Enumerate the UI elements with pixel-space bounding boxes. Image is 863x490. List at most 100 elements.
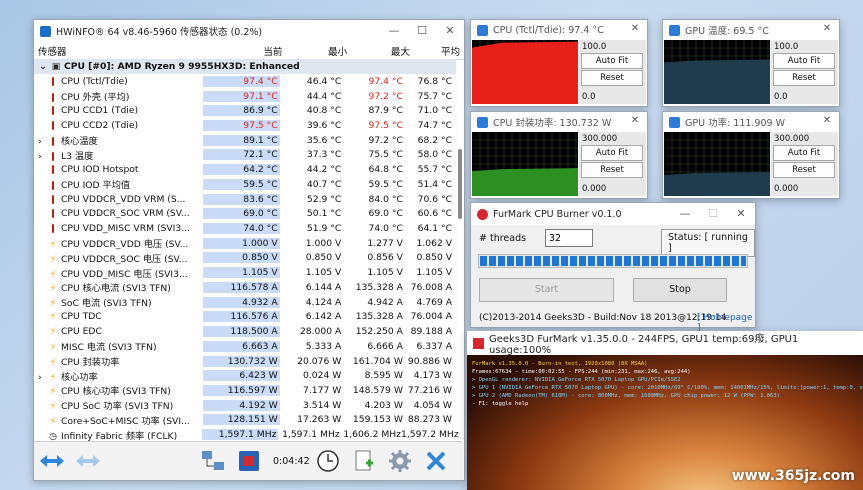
sensor-row[interactable]: ⚡ CPU VDDCR_SOC 电压 (SV... 0.850 V 0.850 V 0.… — [34, 251, 456, 266]
furmark-app-icon — [477, 208, 488, 220]
sensor-row[interactable]: ⚡ CPU VDD_MISC 电压 (SVI3... 1.105 V 1.105 V 1… — [34, 265, 456, 280]
furmark-gpu-icon — [473, 337, 484, 349]
furmark-gpu-titlebar[interactable]: Geeks3D FurMark v1.35.0.0 - 244FPS, GPU1… — [467, 331, 863, 356]
scrollbar-thumb[interactable] — [458, 149, 462, 219]
nav-arrows-left-icon[interactable] — [37, 447, 67, 475]
sensor-row[interactable]: ⚡ CPU VDDCR_VDD 电压 (SV... 1.000 V 1.000 V 1.… — [34, 236, 456, 251]
close-x-icon[interactable] — [421, 447, 451, 475]
sensor-label: CPU VDDCR_SOC VRM (SV... — [61, 208, 190, 220]
sensor-avg-value: 75.7 °C — [417, 90, 452, 102]
sensor-cur-value: 118.500 A — [202, 326, 280, 338]
clock-icon[interactable] — [313, 447, 343, 475]
cpu-monitor-icon[interactable] — [234, 447, 264, 475]
sensor-cur-value: 1.000 V — [202, 237, 280, 249]
minimize-icon[interactable]: — — [380, 20, 408, 42]
sensor-row[interactable]: ⚡ CPU SoC 功率 (SVI3 TFN) 4.192 W 3.514 W 4.20… — [34, 398, 456, 413]
expand-chevron-icon[interactable]: › — [38, 372, 48, 383]
thermometer-icon — [48, 194, 58, 205]
col-min[interactable]: 最小 — [284, 44, 347, 58]
sensor-row[interactable]: CPU CCD2 (Tdie) 97.5 °C 39.6 °C 97.5 °C 74.7… — [34, 118, 456, 133]
graph-title: CPU (Tctl/Tdie): 97.4 °C — [493, 24, 604, 36]
sensor-row[interactable]: ⚡ CPU 封装功率 130.732 W 20.076 W 161.704 W 90.88… — [34, 354, 456, 369]
close-icon[interactable]: ✕ — [815, 19, 839, 41]
sensor-cur-value: 4.932 A — [202, 296, 280, 308]
sensor-min-value: 0.024 W — [302, 370, 342, 382]
sensor-row[interactable]: › ⚡ 核心功率 6.423 W 0.024 W 8.595 W 4.173 W — [34, 368, 456, 383]
sensor-group-row[interactable]: ⌄ ▣ CPU [#0]: AMD Ryzen 9 9955HX3D: Enhanc… — [34, 59, 456, 74]
reset-button[interactable]: Reset — [773, 162, 835, 178]
graph-titlebar[interactable]: CPU (Tctl/Tdie): 97.4 °C ✕ — [471, 20, 647, 40]
hwinfo-titlebar[interactable]: HWiNFO® 64 v8.46-5960 传感器状态 (0.2%) — ☐ ✕ — [34, 20, 464, 42]
expand-chevron-icon[interactable]: › — [38, 151, 48, 162]
graph-titlebar[interactable]: CPU 封装功率: 130.732 W ✕ — [471, 112, 647, 132]
sensor-row[interactable]: ◷ Infinity Fabric 频率 (FCLK) 1,597.1 MHz 1,5… — [34, 427, 459, 442]
sensor-row[interactable]: ⚡ CPU 核心功率 (SVI3 TFN) 116.597 W 7.177 W 148.… — [34, 383, 456, 398]
sensor-max-value: 159.153 W — [352, 414, 403, 426]
minimize-icon[interactable]: — — [671, 203, 699, 225]
sensor-row[interactable]: ⚡ CPU EDC 118.500 A 28.000 A 152.250 A 89.188… — [34, 324, 456, 339]
sensor-row[interactable]: ⚡ CPU 核心电流 (SVI3 TFN) 116.578 A 6.144 A 135.… — [34, 280, 456, 295]
sensor-avg-value: 76.004 A — [410, 311, 452, 323]
sensor-row[interactable]: CPU (Tctl/Tdie) 97.4 °C 46.4 °C 97.4 °C 76.8… — [34, 74, 456, 89]
col-current[interactable]: 当前 — [206, 44, 285, 58]
sensor-row[interactable]: CPU 外壳 (平均) 97.1 °C 44.4 °C 97.2 °C 75.7 °C — [34, 89, 456, 104]
auto-fit-button[interactable]: Auto Fit — [581, 145, 643, 161]
sensor-row[interactable]: CPU CCD1 (Tdie) 86.9 °C 40.8 °C 87.9 °C 71.0… — [34, 103, 456, 118]
thermometer-icon — [48, 121, 58, 131]
network-icon[interactable] — [198, 447, 228, 475]
col-sensor[interactable]: 传感器 — [34, 44, 206, 58]
sensor-row[interactable]: CPU VDDCR_SOC VRM (SV... 69.0 °C 50.1 °C 69… — [34, 206, 456, 221]
col-max[interactable]: 最大 — [347, 44, 410, 58]
reset-button[interactable]: Reset — [581, 70, 643, 86]
graph-app-icon — [477, 116, 488, 128]
close-icon[interactable]: ✕ — [623, 19, 647, 41]
sensor-avg-value: 6.337 A — [416, 340, 452, 352]
reset-button[interactable]: Reset — [773, 70, 835, 86]
report-icon[interactable] — [349, 447, 379, 475]
maximize-icon[interactable]: ☐ — [699, 203, 727, 225]
sensor-row[interactable]: ⚡ Core+SoC+MISC 功率 (SVI... 128.151 W 17.263… — [34, 413, 456, 428]
col-avg[interactable]: 平均 — [410, 44, 464, 58]
auto-fit-button[interactable]: Auto Fit — [581, 53, 643, 69]
close-icon[interactable]: ✕ — [623, 111, 647, 133]
sensor-row[interactable]: › L3 温度 72.1 °C 37.3 °C 75.5 °C 58.0 °C — [34, 148, 456, 163]
close-icon[interactable]: ✕ — [436, 20, 464, 42]
maximize-icon[interactable]: ☐ — [408, 20, 436, 42]
sensor-label: CPU VDD_MISC VRM (SVI3... — [61, 223, 190, 235]
sensor-row[interactable]: CPU IOD Hotspot 64.2 °C 44.2 °C 64.8 °C 55.7… — [34, 162, 456, 177]
furmark-gpu-title: Geeks3D FurMark v1.35.0.0 - 244FPS, GPU1… — [488, 334, 799, 356]
reset-button[interactable]: Reset — [581, 162, 643, 178]
sensor-cur-value: 74.0 °C — [202, 223, 280, 235]
sensor-row[interactable]: CPU IOD 平均值 59.5 °C 40.7 °C 59.5 °C 51.4 °C — [34, 177, 456, 192]
sensor-avg-value: 4.173 W — [413, 370, 452, 382]
furmark-cpu-titlebar[interactable]: FurMark CPU Burner v0.1.0 — ☐ ✕ — [471, 203, 755, 225]
sensor-min-value: 50.1 °C — [306, 208, 342, 220]
sensor-row[interactable]: ⚡ CPU TDC 116.576 A 6.142 A 135.328 A 76.004 … — [34, 310, 456, 325]
settings-gear-icon[interactable] — [385, 447, 415, 475]
threads-input[interactable] — [545, 229, 593, 247]
close-icon[interactable]: ✕ — [727, 203, 755, 225]
sensor-avg-value: 58.0 °C — [417, 149, 452, 161]
sensor-max-value: 64.8 °C — [368, 164, 403, 176]
sensor-row[interactable]: CPU VDDCR_VDD VRM (S... 83.6 °C 52.9 °C 84.… — [34, 192, 456, 207]
scrollbar[interactable] — [457, 59, 463, 399]
sensor-row[interactable]: › 核心温度 89.1 °C 35.6 °C 97.2 °C 68.2 °C — [34, 133, 456, 148]
sensor-row[interactable]: CPU VDD_MISC VRM (SVI3... 74.0 °C 51.9 °C 7… — [34, 221, 456, 236]
sensor-max-value: 97.5 °C — [368, 120, 403, 132]
sensor-row[interactable]: ⚡ SoC 电流 (SVI3 TFN) 4.932 A 4.124 A 4.942 A 4… — [34, 295, 456, 310]
sensor-label: 核心温度 — [61, 136, 98, 148]
sensor-max-value: 135.328 A — [355, 281, 403, 293]
close-icon[interactable]: ✕ — [815, 111, 839, 133]
collapse-chevron-icon[interactable]: ⌄ — [38, 62, 48, 72]
sensor-row[interactable]: ⚡ MISC 电流 (SVI3 TFN) 6.663 A 5.333 A 6.666 A… — [34, 339, 456, 354]
hwinfo-toolbar: 0:04:42 — [34, 441, 462, 480]
stop-button[interactable]: Stop — [633, 278, 727, 302]
auto-fit-button[interactable]: Auto Fit — [773, 53, 835, 69]
graph-titlebar[interactable]: GPU 温度: 69.5 °C ✕ — [663, 20, 839, 40]
auto-fit-button[interactable]: Auto Fit — [773, 145, 835, 161]
nav-arrows-right-icon[interactable] — [73, 447, 103, 475]
start-button[interactable]: Start — [479, 278, 614, 302]
expand-chevron-icon[interactable]: › — [38, 136, 48, 147]
sensor-label: CPU VDDCR_VDD 电压 (SV... — [61, 239, 189, 251]
graph-titlebar[interactable]: GPU 功率: 111.909 W ✕ — [663, 112, 839, 132]
